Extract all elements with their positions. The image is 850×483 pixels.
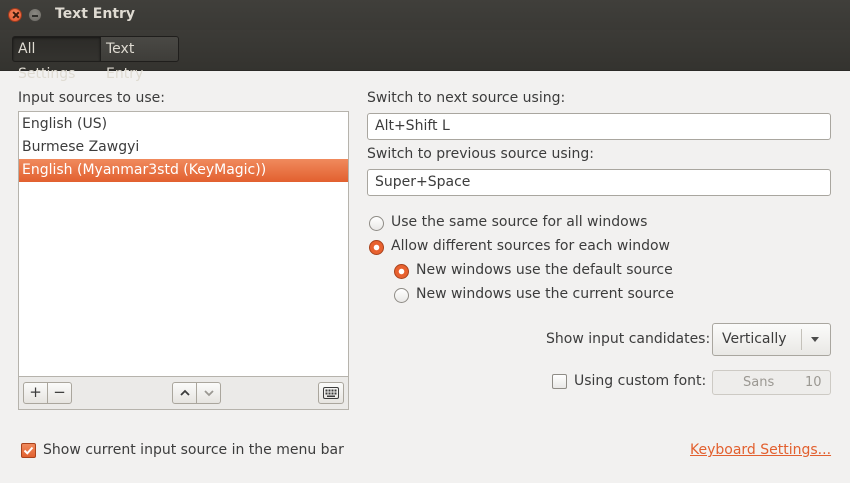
dropdown-arrow-icon xyxy=(811,337,819,342)
custom-font-checkbox[interactable] xyxy=(552,374,567,389)
checkmark-icon xyxy=(23,446,34,455)
input-candidates-value: Vertically xyxy=(722,331,787,347)
chevron-down-icon xyxy=(203,390,214,397)
menu-bar-label[interactable]: Show current input source in the menu ba… xyxy=(43,442,344,458)
different-sources-label[interactable]: Allow different sources for each window xyxy=(391,238,670,254)
new-current-radio[interactable] xyxy=(394,288,409,303)
font-chooser-button[interactable]: Sans 10 xyxy=(712,370,831,395)
next-source-label: Switch to next source using: xyxy=(367,90,566,106)
close-icon[interactable] xyxy=(8,8,22,22)
move-down-button[interactable] xyxy=(196,382,221,404)
list-toolbar: + − xyxy=(18,376,349,410)
input-sources-label: Input sources to use: xyxy=(18,90,165,106)
font-size: 10 xyxy=(805,375,822,390)
chevron-up-icon xyxy=(179,389,190,396)
keyboard-layout-button[interactable] xyxy=(318,382,344,404)
custom-font-label[interactable]: Using custom font: xyxy=(574,373,706,389)
keyboard-icon xyxy=(323,387,339,399)
menu-bar-checkbox[interactable] xyxy=(21,443,36,458)
keyboard-settings-link[interactable]: Keyboard Settings... xyxy=(690,442,831,458)
input-sources-list[interactable]: English (US) Burmese Zawgyi English (Mya… xyxy=(18,111,349,377)
new-default-label[interactable]: New windows use the default source xyxy=(416,262,673,278)
prev-source-shortcut-field[interactable]: Super+Space xyxy=(367,169,831,196)
list-item-selected[interactable]: English (Myanmar3std (KeyMagic)) xyxy=(19,159,348,182)
input-candidates-dropdown[interactable]: Vertically xyxy=(712,323,831,356)
same-source-radio[interactable] xyxy=(369,216,384,231)
next-source-shortcut-field[interactable]: Alt+Shift L xyxy=(367,113,831,140)
input-candidates-label: Show input candidates: xyxy=(546,331,711,347)
all-settings-button[interactable]: All Settings xyxy=(12,36,101,82)
toolbar: All Settings Text Entry xyxy=(0,30,850,82)
list-item[interactable]: English (US) xyxy=(19,113,348,136)
new-default-radio[interactable] xyxy=(394,264,409,279)
prev-source-label: Switch to previous source using: xyxy=(367,146,595,162)
new-current-label[interactable]: New windows use the current source xyxy=(416,286,674,302)
add-source-button[interactable]: + xyxy=(23,382,48,404)
breadcrumb-text-entry[interactable]: Text Entry xyxy=(100,36,179,82)
different-sources-radio[interactable] xyxy=(369,240,384,255)
minimize-icon[interactable] xyxy=(28,8,42,22)
title-bar: Text Entry xyxy=(0,0,850,30)
window-title: Text Entry xyxy=(55,6,136,22)
same-source-label[interactable]: Use the same source for all windows xyxy=(391,214,647,230)
remove-source-button[interactable]: − xyxy=(47,382,72,404)
move-up-button[interactable] xyxy=(172,382,197,404)
list-item[interactable]: Burmese Zawgyi xyxy=(19,136,348,159)
font-name: Sans xyxy=(743,375,775,390)
dropdown-separator xyxy=(801,329,802,350)
